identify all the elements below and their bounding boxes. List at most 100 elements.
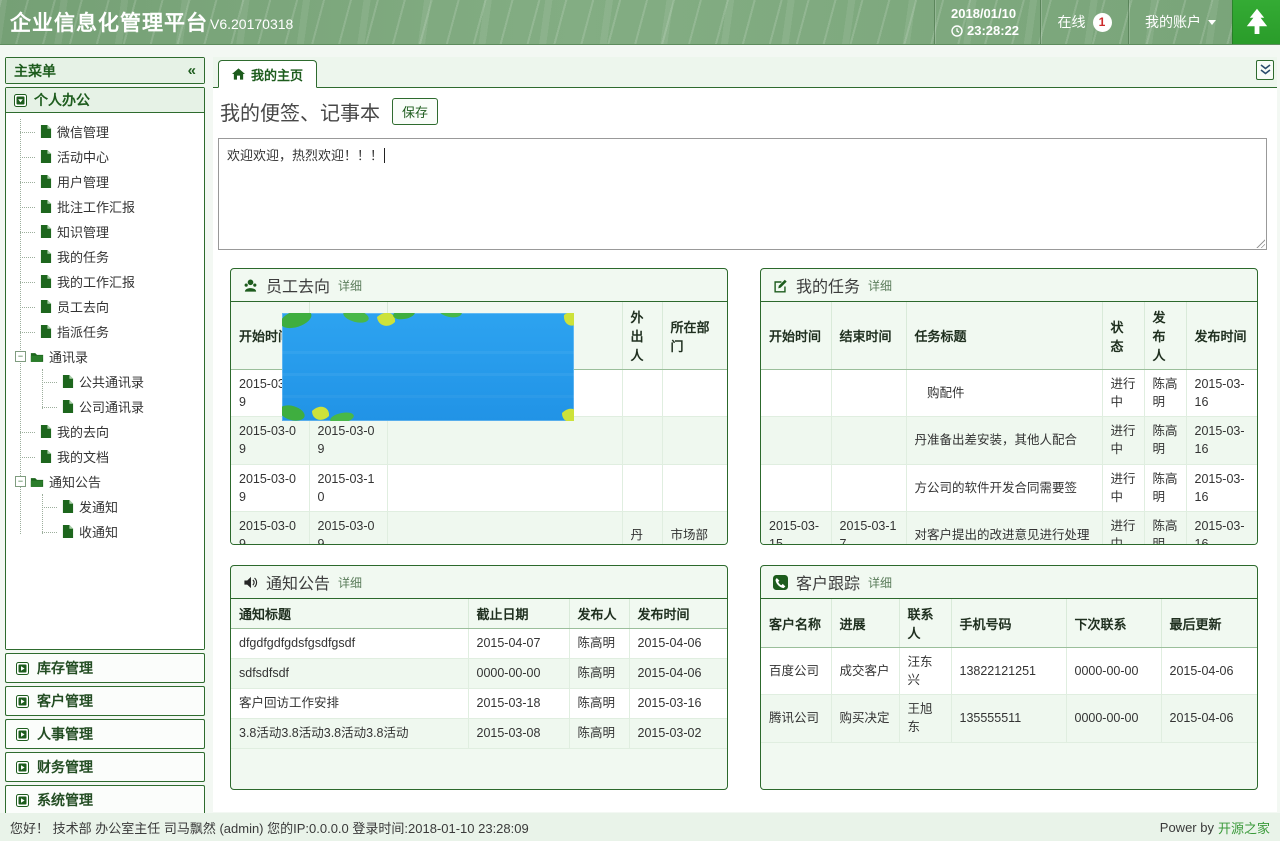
tree-item-label: 活动中心 (57, 147, 109, 166)
tree-item[interactable]: 用户管理 (6, 169, 204, 194)
tree-item-label: 公共通讯录 (79, 372, 144, 391)
table-cell: 0000-00-00 (1066, 695, 1161, 742)
tree-item-label: 用户管理 (57, 172, 109, 191)
tree-item-label: 员工去向 (57, 297, 109, 316)
online-status[interactable]: 在线 1 (1040, 0, 1128, 44)
main-content: 我的主页 我的便签、记事本 保存 欢迎欢迎，热烈欢迎！！！ 员工去向 详细 开始… (213, 57, 1277, 812)
tree-line (20, 257, 35, 258)
tree-item[interactable]: 活动中心 (6, 144, 204, 169)
notes-textarea[interactable]: 欢迎欢迎，热烈欢迎！！！ (218, 138, 1267, 250)
detail-link[interactable]: 详细 (338, 574, 362, 591)
save-button[interactable]: 保存 (392, 98, 438, 125)
table-cell: 陈高明 (1144, 511, 1186, 545)
tree-item-label: 微信管理 (57, 122, 109, 141)
table-cell: 2015-03-10 (309, 464, 387, 511)
accordion-label: 客户管理 (37, 691, 93, 711)
collapse-node-icon[interactable]: − (15, 476, 26, 487)
table-header-row: 客户名称进展联系人手机号码下次联系最后更新 (761, 599, 1258, 648)
notes-heading: 我的便签、记事本 (220, 97, 380, 126)
table-cell: 百度公司 (761, 648, 831, 695)
section-collapsed-icon (16, 794, 29, 807)
online-count-badge: 1 (1093, 13, 1112, 32)
account-label: 我的账户 (1145, 12, 1201, 32)
tree-item[interactable]: 我的工作汇报 (6, 269, 204, 294)
text-caret (384, 148, 385, 163)
table-cell: 13822121251 (951, 648, 1066, 695)
collapse-sidebar-icon[interactable]: « (188, 62, 196, 79)
tree-item[interactable]: 批注工作汇报 (6, 194, 204, 219)
account-menu[interactable]: 我的账户 (1128, 0, 1232, 44)
tree-item[interactable]: 我的去向 (6, 419, 204, 444)
table-row: 2015-03-092015-03-10 (231, 464, 728, 511)
resize-grip[interactable] (1255, 238, 1265, 248)
column-header: 发布人 (569, 599, 629, 629)
tree-item[interactable]: 员工去向 (6, 294, 204, 319)
tree-item[interactable]: 知识管理 (6, 219, 204, 244)
column-header: 任务标题 (906, 302, 1102, 370)
table-cell: 汪东兴 (899, 648, 951, 695)
tree-line (20, 232, 35, 233)
tree-folder-item[interactable]: −通知公告 (6, 469, 204, 494)
file-icon (62, 375, 74, 388)
table-cell: 2015-04-06 (1161, 648, 1258, 695)
collapse-node-icon[interactable]: − (15, 351, 26, 362)
sidebar-accordion-item[interactable]: 库存管理 (5, 653, 205, 683)
table-row: 购配件进行中陈高明2015-03-16 (761, 370, 1258, 417)
tree-item[interactable]: 我的文档 (6, 444, 204, 469)
tree-item-label: 批注工作汇报 (57, 197, 135, 216)
table-cell: 2015-03-09 (231, 464, 309, 511)
tree-child-item[interactable]: 发通知 (28, 494, 204, 519)
tree-line (42, 407, 57, 408)
tree-line (20, 432, 35, 433)
sidebar-accordion-item[interactable]: 人事管理 (5, 719, 205, 749)
table-cell: 对客户提出的改进意见进行处理 (906, 511, 1102, 545)
table-cell: 2015-03-09 (309, 417, 387, 464)
tab-bar: 我的主页 (213, 57, 1277, 88)
tree-line (42, 382, 57, 383)
header-datetime: 2018/01/10 23:28:22 (934, 0, 1040, 44)
tree-item[interactable]: 我的任务 (6, 244, 204, 269)
tree-child-item[interactable]: 公共通讯录 (28, 369, 204, 394)
brand-link[interactable]: 开源之家 (1218, 818, 1270, 837)
status-bar: 您好！ 技术部 办公室主任 司马飘然 (admin) 您的IP:0.0.0.0 … (0, 813, 1280, 841)
table-cell: 2015-03-15 (761, 511, 831, 545)
column-header: 下次联系 (1066, 599, 1161, 648)
file-icon (62, 400, 74, 413)
collapse-tabs-button[interactable] (1256, 60, 1274, 80)
accordion-label: 库存管理 (37, 658, 93, 678)
top-header: 企业信息化管理平台 V6.20170318 2018/01/10 23:28:2… (0, 0, 1280, 45)
tree-child-item[interactable]: 收通知 (28, 519, 204, 544)
file-icon (40, 325, 52, 338)
table-cell: 市场部 (662, 511, 728, 545)
tab-my-homepage[interactable]: 我的主页 (218, 60, 317, 88)
tree-item-label: 发通知 (79, 497, 118, 516)
tree-item-label: 我的去向 (57, 422, 109, 441)
section-expanded-icon (14, 94, 27, 107)
detail-link[interactable]: 详细 (338, 277, 362, 294)
tree-item[interactable]: 微信管理 (6, 119, 204, 144)
column-header: 外出人 (622, 302, 662, 370)
sidebar-accordion-item[interactable]: 财务管理 (5, 752, 205, 782)
tree-child-item[interactable]: 公司通讯录 (28, 394, 204, 419)
table-cell: 2015-04-06 (629, 659, 728, 689)
table-cell: 135555511 (951, 695, 1066, 742)
detail-link[interactable]: 详细 (868, 277, 892, 294)
column-header: 结束时间 (831, 302, 906, 370)
home-icon (232, 68, 245, 80)
edit-icon (773, 278, 788, 293)
table-row: 百度公司成交客户汪东兴138221212510000-00-002015-04-… (761, 648, 1258, 695)
file-icon (40, 125, 52, 138)
sidebar-accordion-item[interactable]: 客户管理 (5, 686, 205, 716)
panel-title: 员工去向 (266, 273, 330, 297)
tree-logo-tile[interactable] (1232, 0, 1280, 44)
sidebar-accordion-item[interactable]: 系统管理 (5, 785, 205, 815)
table-row: 腾讯公司购买决定王旭东1355555110000-00-002015-04-06 (761, 695, 1258, 742)
column-header: 发布时间 (629, 599, 728, 629)
table-cell: 2015-03-09 (231, 511, 309, 545)
detail-link[interactable]: 详细 (868, 574, 892, 591)
sidebar-section-personal-office[interactable]: 个人办公 (6, 88, 204, 113)
tree-item[interactable]: 指派任务 (6, 319, 204, 344)
tree-item-label: 收通知 (79, 522, 118, 541)
tree-folder-item[interactable]: −通讯录 (6, 344, 204, 369)
file-icon (40, 425, 52, 438)
